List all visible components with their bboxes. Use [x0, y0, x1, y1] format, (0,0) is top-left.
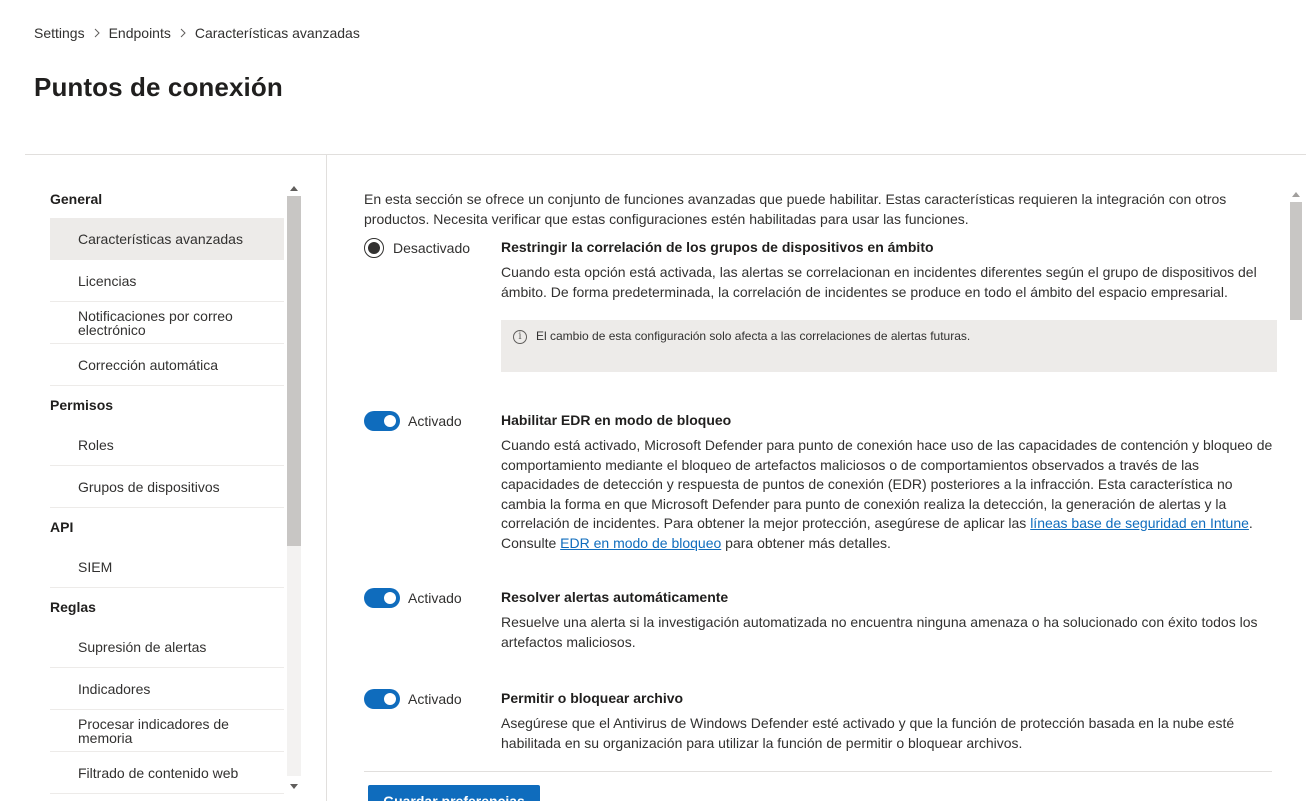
nav-group-api: API [50, 519, 74, 535]
nav-item-roles[interactable]: Roles [50, 424, 284, 466]
nav-item-device-groups[interactable]: Grupos de dispositivos [50, 466, 284, 508]
radio-button[interactable] [364, 238, 384, 258]
scroll-down-icon[interactable] [290, 784, 298, 789]
intune-baselines-link[interactable]: líneas base de seguridad en Intune [1030, 515, 1249, 531]
scroll-up-icon[interactable] [1292, 192, 1300, 197]
nav-item-indicators[interactable]: Indicadores [50, 668, 284, 710]
setting-description: Cuando está activado, Microsoft Defender… [501, 436, 1276, 553]
scrollbar-thumb[interactable] [287, 196, 301, 546]
nav-item-label: Supresión de alertas [78, 638, 207, 655]
toggle-control[interactable]: Activado [364, 587, 462, 609]
nav-item-label: Roles [78, 436, 114, 453]
chevron-right-icon [89, 24, 105, 42]
page-title: Puntos de conexión [34, 72, 283, 102]
setting-title: Resolver alertas automáticamente [501, 589, 729, 605]
nav-group-general: General [50, 191, 103, 207]
nav-divider [326, 155, 327, 801]
state-label: Desactivado [393, 240, 471, 256]
nav-item-label: Procesar indicadores de memoria [78, 715, 229, 746]
settings-nav: General Características avanzadas Licenc… [50, 180, 286, 801]
nav-item-label: Corrección automática [78, 356, 219, 373]
info-message: i El cambio de esta configuración solo a… [501, 320, 1277, 372]
nav-item-siem[interactable]: SIEM [50, 546, 284, 588]
radio-control[interactable]: Desactivado [364, 237, 470, 259]
setting-title: Permitir o bloquear archivo [501, 690, 684, 706]
state-label: Activado [408, 413, 462, 429]
nav-item-memory-indicators[interactable]: Procesar indicadores de memoria [50, 710, 284, 752]
description-text: para obtener más detalles. [721, 534, 891, 551]
setting-description: Asegúrese que el Antivirus de Windows De… [501, 715, 1235, 751]
setting-title: Restringir la correlación de los grupos … [501, 239, 934, 255]
info-icon: i [513, 330, 527, 344]
nav-item-label: Características avanzadas [78, 230, 243, 247]
toggle-switch[interactable] [364, 588, 400, 608]
setting-description: Resuelve una alerta si la investigación … [501, 614, 1258, 650]
nav-item-label: Grupos de dispositivos [78, 478, 220, 495]
nav-item-label: Notificaciones por correo electrónico [78, 307, 233, 338]
scrollbar-thumb[interactable] [1290, 202, 1302, 320]
nav-item-label: SIEM [78, 558, 113, 575]
setting-description: Cuando esta opción está activada, las al… [501, 264, 1257, 300]
scroll-up-icon[interactable] [290, 186, 298, 191]
nav-group-permissions: Permisos [50, 397, 114, 413]
footer-divider [364, 771, 1272, 772]
nav-item-label: Licencias [78, 272, 137, 289]
nav-scrollbar[interactable] [286, 180, 302, 801]
breadcrumb-endpoints[interactable]: Endpoints [109, 25, 171, 41]
toggle-knob [384, 415, 396, 427]
chevron-right-icon [175, 24, 191, 42]
radio-dot [368, 242, 380, 254]
intro-text: En esta sección se ofrece un conjunto de… [364, 191, 1227, 227]
breadcrumb-current[interactable]: Características avanzadas [195, 25, 360, 41]
nav-item-web-content-filtering[interactable]: Filtrado de contenido web [50, 752, 284, 794]
breadcrumb: Settings Endpoints Características avanz… [34, 24, 360, 42]
save-preferences-button[interactable]: Guardar preferencias [368, 785, 540, 801]
toggle-control[interactable]: Activado [364, 688, 462, 710]
setting-title: Habilitar EDR en modo de bloqueo [501, 412, 732, 428]
nav-item-label: Filtrado de contenido web [78, 764, 239, 781]
toggle-knob [384, 592, 396, 604]
state-label: Activado [408, 590, 462, 606]
nav-item-licenses[interactable]: Licencias [50, 260, 284, 302]
nav-group-rules: Reglas [50, 599, 96, 615]
nav-item-advanced-features[interactable]: Características avanzadas [50, 218, 284, 260]
nav-item-alert-suppression[interactable]: Supresión de alertas [50, 626, 284, 668]
edr-block-mode-link[interactable]: EDR en modo de bloqueo [560, 535, 721, 551]
toggle-switch[interactable] [364, 411, 400, 431]
toggle-control[interactable]: Activado [364, 410, 462, 432]
nav-item-auto-remediation[interactable]: Corrección automática [50, 344, 284, 386]
breadcrumb-settings[interactable]: Settings [34, 25, 85, 41]
nav-item-label: Indicadores [78, 680, 151, 697]
header-divider [25, 154, 1306, 155]
main-content: En esta sección se ofrece un conjunto de… [364, 189, 1276, 229]
state-label: Activado [408, 691, 462, 707]
toggle-knob [384, 693, 396, 705]
nav-item-email-notifications[interactable]: Notificaciones por correo electrónico [50, 302, 284, 344]
main-scrollbar[interactable] [1288, 186, 1304, 801]
info-text: El cambio de esta configuración solo afe… [536, 329, 971, 343]
toggle-switch[interactable] [364, 689, 400, 709]
